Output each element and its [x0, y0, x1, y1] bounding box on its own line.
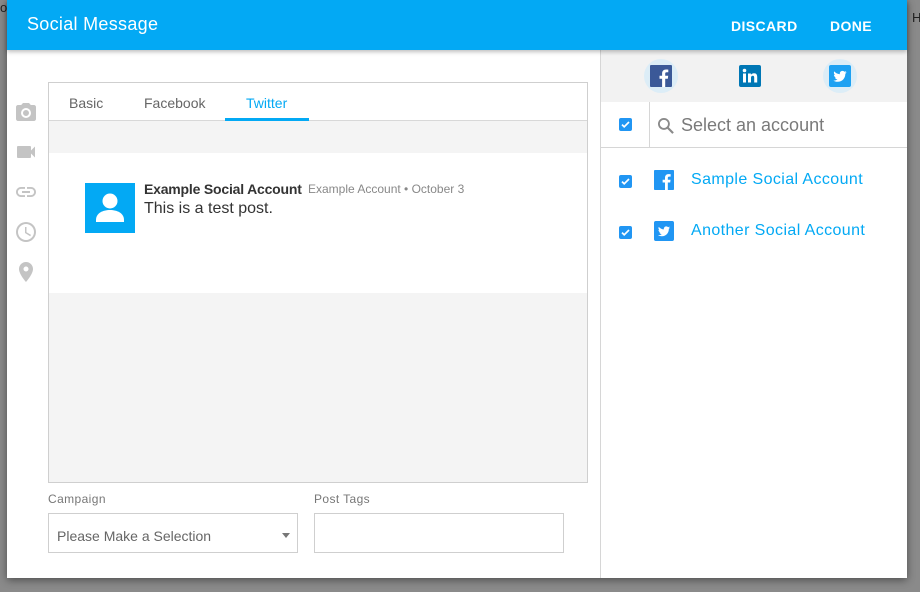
post-text: This is a test post.	[144, 200, 273, 217]
video-icon[interactable]	[14, 140, 38, 164]
avatar	[85, 183, 135, 233]
social-message-dialog: Social Message DISCARD DONE Basic Facebo…	[7, 0, 907, 578]
link-icon[interactable]	[14, 180, 38, 204]
account-search-row	[601, 102, 907, 148]
facebook-filter-button[interactable]	[644, 59, 678, 93]
account-name: Another Social Account	[691, 222, 866, 239]
account-name: Sample Social Account	[691, 171, 864, 188]
search-icon	[658, 118, 674, 134]
linkedin-icon	[739, 65, 761, 87]
linkedin-filter-button[interactable]	[733, 59, 767, 93]
network-tabs: Basic Facebook Twitter	[49, 83, 587, 121]
post-tags-input[interactable]	[314, 513, 564, 553]
active-tab-indicator	[225, 118, 309, 121]
camera-icon[interactable]	[14, 100, 38, 124]
post-account-name: Example Social Account	[144, 181, 302, 197]
accounts-panel: Sample Social Account Another Social Acc…	[600, 50, 907, 578]
campaign-select-value: Please Make a Selection	[57, 528, 212, 544]
dialog-titlebar: Social Message DISCARD DONE	[7, 0, 907, 50]
twitter-filter-button[interactable]	[823, 59, 857, 93]
account-checkbox[interactable]	[619, 226, 632, 239]
post-meta: Example Account • October 3	[308, 182, 465, 196]
campaign-select[interactable]: Please Make a Selection	[48, 513, 298, 553]
account-list-item[interactable]: Another Social Account	[601, 211, 907, 251]
user-icon	[96, 193, 124, 222]
select-all-checkbox[interactable]	[619, 118, 632, 131]
done-button[interactable]: DONE	[830, 18, 872, 34]
background-text-fragment: H	[912, 10, 920, 25]
checkmark-icon	[621, 121, 630, 129]
tab-facebook[interactable]: Facebook	[144, 95, 205, 111]
account-search-input[interactable]	[681, 110, 901, 140]
divider	[649, 102, 650, 148]
facebook-icon	[654, 170, 674, 190]
discard-button[interactable]: DISCARD	[731, 18, 798, 34]
tab-twitter[interactable]: Twitter	[246, 95, 287, 111]
account-checkbox[interactable]	[619, 175, 632, 188]
location-pin-icon[interactable]	[14, 260, 38, 284]
network-filter-bar	[601, 50, 907, 102]
checkmark-icon	[621, 178, 630, 186]
twitter-icon	[654, 221, 674, 241]
post-preview: Example Social Account Example Account •…	[49, 153, 587, 293]
facebook-icon	[650, 65, 672, 87]
account-list-item[interactable]: Sample Social Account	[601, 160, 907, 200]
post-tags-label: Post Tags	[314, 492, 371, 506]
dialog-title: Social Message	[27, 14, 159, 34]
dropdown-caret-icon	[282, 533, 290, 538]
message-editor: Basic Facebook Twitter Example Social Ac…	[48, 82, 588, 483]
checkmark-icon	[621, 229, 630, 237]
tab-basic[interactable]: Basic	[69, 95, 103, 111]
clock-icon[interactable]	[14, 220, 38, 244]
twitter-icon	[829, 65, 851, 87]
campaign-label: Campaign	[48, 492, 106, 506]
